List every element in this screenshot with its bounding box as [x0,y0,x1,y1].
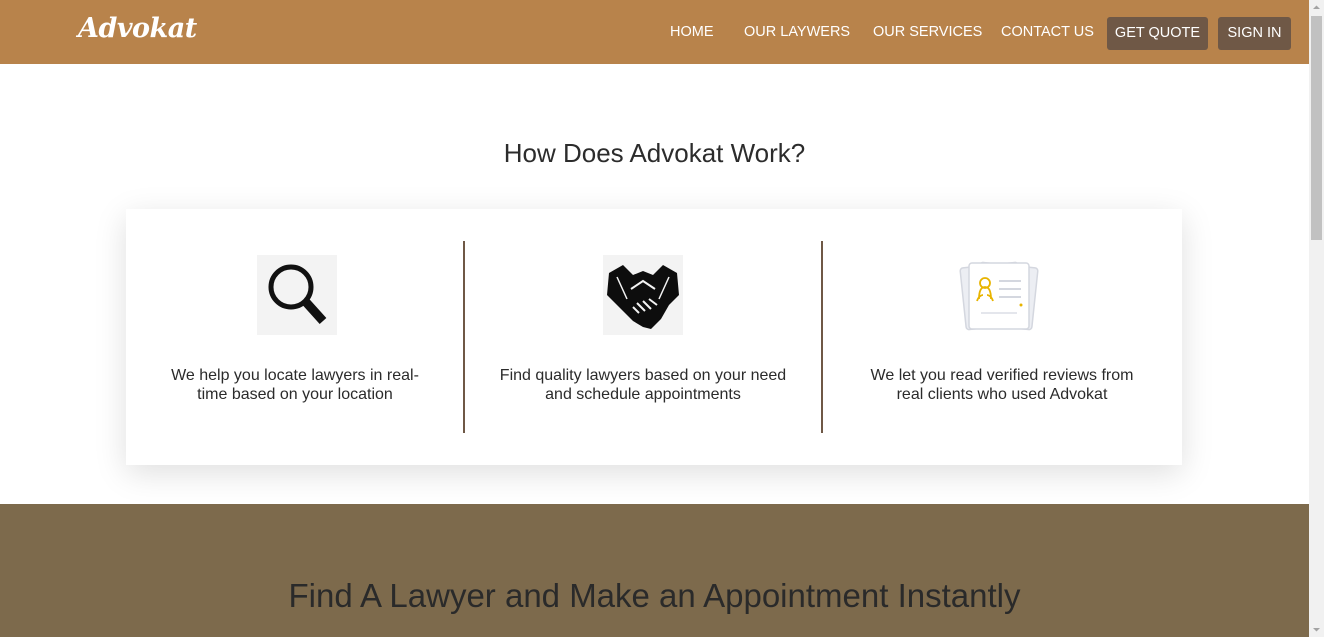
top-navbar: Advokat HOME OUR LAYWERS OUR SERVICES CO… [0,0,1309,64]
get-quote-button[interactable]: GET QUOTE [1107,17,1208,50]
nav-link-our-lawyers[interactable]: OUR LAYWERS [744,24,850,40]
page: Advokat HOME OUR LAYWERS OUR SERVICES CO… [0,0,1309,637]
feature-locate-text: We help you locate lawyers in real-time … [171,367,419,403]
magnifier-icon [257,255,337,335]
nav-link-contact-us[interactable]: CONTACT US [1001,24,1094,40]
handshake-icon [603,255,683,335]
nav-link-our-services[interactable]: OUR SERVICES [873,24,982,40]
feature-locate: We help you locate lawyers in real-time … [126,209,464,465]
brand-logo[interactable]: Advokat [78,13,197,44]
how-section-title: How Does Advokat Work? [503,138,806,168]
find-lawyer-section: Find A Lawyer and Make an Appointment In… [0,504,1309,637]
feature-find-text: Find quality lawyers based on your need … [499,367,787,403]
nav-link-home[interactable]: HOME [670,24,714,40]
sign-in-button[interactable]: SIGN IN [1218,17,1291,50]
scrollbar-thumb[interactable] [1311,16,1322,240]
find-lawyer-title: Find A Lawyer and Make an Appointment In… [288,577,1021,614]
feature-reviews-text: We let you read verified reviews from re… [870,367,1134,403]
scroll-down-arrow-icon[interactable] [1309,622,1324,637]
feature-reviews: We let you read verified reviews from re… [823,209,1182,465]
feature-find: Find quality lawyers based on your need … [465,209,821,465]
review-document-icon [959,255,1039,335]
scroll-up-arrow-icon[interactable] [1309,0,1324,15]
how-it-works-card: We help you locate lawyers in real-time … [126,209,1182,465]
vertical-scrollbar[interactable] [1309,0,1324,637]
